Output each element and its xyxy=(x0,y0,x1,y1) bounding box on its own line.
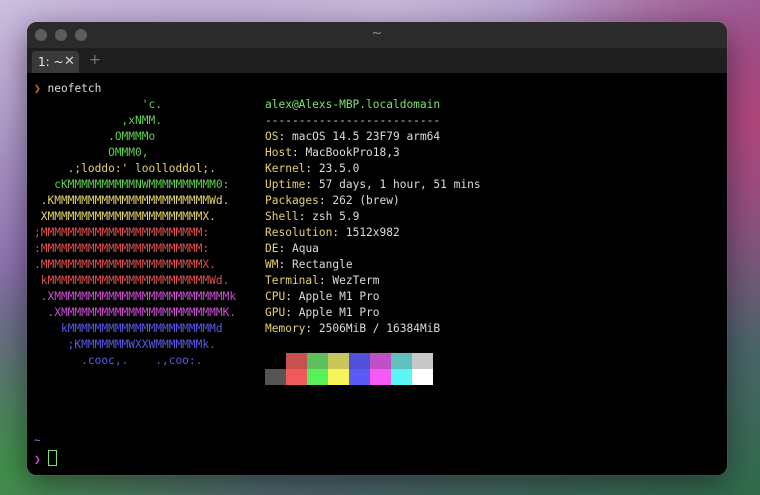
info-key: Memory xyxy=(265,322,306,335)
info-row: Shell: zsh 5.9 xyxy=(265,210,360,223)
info-key: Kernel xyxy=(265,162,306,175)
info-value: 57 days, 1 hour, 51 mins xyxy=(318,178,481,191)
window-title: ~ xyxy=(371,26,383,41)
input-prompt[interactable]: ❯ xyxy=(34,450,57,466)
prompt-arrow-icon: ❯ xyxy=(34,453,41,466)
ascii-logo-line: ;KMMMMMMMWXXWMMMMMMMk. xyxy=(34,338,216,351)
prompt-arrow-icon: ❯ xyxy=(34,82,41,95)
info-value: Aqua xyxy=(291,242,319,255)
info-row: Packages: 262 (brew) xyxy=(265,194,400,207)
info-value: zsh 5.9 xyxy=(312,210,360,223)
ascii-logo-line: .;loddo:' loolloddol;. xyxy=(34,162,216,175)
info-row: Memory: 2506MiB / 16384MiB xyxy=(265,322,441,335)
info-key: GPU xyxy=(265,306,286,319)
color-swatch-normal-7 xyxy=(412,353,433,369)
info-key: WM xyxy=(265,258,279,271)
ascii-logo-line: 'c. xyxy=(34,98,162,111)
color-swatch-normal-3 xyxy=(328,353,349,369)
tab-bar: 1: ~ ✕ + xyxy=(27,48,727,73)
info-key: Terminal xyxy=(265,274,319,287)
ascii-logo-line: .KMMMMMMMMMMMMMMMMMMMMMMMWd. xyxy=(34,194,230,207)
info-row: Uptime: 57 days, 1 hour, 51 mins xyxy=(265,178,481,191)
color-swatch-bright-2 xyxy=(307,369,328,385)
color-swatch-bright-0 xyxy=(265,369,286,385)
ascii-logo-line: :MMMMMMMMMMMMMMMMMMMMMMMM: xyxy=(34,242,210,255)
color-swatch-bright-3 xyxy=(328,369,349,385)
ascii-logo-line: .OMMMMo xyxy=(34,130,156,143)
color-swatch-bright-4 xyxy=(349,369,370,385)
color-swatch-normal-4 xyxy=(349,353,370,369)
ascii-logo-line: XMMMMMMMMMMMMMMMMMMMMMMMX. xyxy=(34,210,216,223)
color-palette-normal xyxy=(265,353,433,369)
info-value: macOS 14.5 23F79 arm64 xyxy=(291,130,441,143)
ascii-logo-line: .MMMMMMMMMMMMMMMMMMMMMMMMX. xyxy=(34,258,216,271)
color-palette-bright xyxy=(265,369,433,385)
info-separator: -------------------------- xyxy=(265,114,441,127)
prompt-directory: ~ xyxy=(34,434,41,447)
info-row: Kernel: 23.5.0 xyxy=(265,162,360,175)
tab-label: 1: ~ xyxy=(38,55,64,69)
command-line: ❯ neofetch xyxy=(34,81,101,97)
ascii-logo-line: .XMMMMMMMMMMMMMMMMMMMMMMMMMMk xyxy=(34,290,237,303)
info-key: DE xyxy=(265,242,279,255)
ascii-logo-line: ,xNMM. xyxy=(34,114,162,127)
color-swatch-normal-1 xyxy=(286,353,307,369)
info-value: WezTerm xyxy=(332,274,380,287)
ascii-logo-line: kMMMMMMMMMMMMMMMMMMMMMMd xyxy=(34,322,223,335)
info-value: 2506MiB / 16384MiB xyxy=(318,322,441,335)
info-value: MacBookPro18,3 xyxy=(305,146,400,159)
color-swatch-normal-5 xyxy=(370,353,391,369)
text-cursor xyxy=(47,450,57,466)
info-row: WM: Rectangle xyxy=(265,258,353,271)
color-swatch-normal-0 xyxy=(265,353,286,369)
color-swatch-bright-1 xyxy=(286,369,307,385)
info-value: Apple M1 Pro xyxy=(298,306,380,319)
tab-1[interactable]: 1: ~ ✕ xyxy=(32,51,79,73)
color-swatch-bright-7 xyxy=(412,369,433,385)
info-key: Shell xyxy=(265,210,299,223)
color-swatch-normal-6 xyxy=(391,353,412,369)
info-key: Resolution xyxy=(265,226,333,239)
info-key: Packages xyxy=(265,194,319,207)
tab-close-icon[interactable]: ✕ xyxy=(64,54,75,69)
color-swatch-bright-5 xyxy=(370,369,391,385)
info-row: Resolution: 1512x982 xyxy=(265,226,400,239)
ascii-logo-line: kMMMMMMMMMMMMMMMMMMMMMMMMWd. xyxy=(34,274,230,287)
command-text: neofetch xyxy=(47,82,102,95)
info-value: Rectangle xyxy=(291,258,353,271)
info-value: 1512x982 xyxy=(345,226,400,239)
ascii-logo-line: .XMMMMMMMMMMMMMMMMMMMMMMMMK. xyxy=(34,306,237,319)
terminal-window: ~ 1: ~ ✕ + ❯ neofetch 'c. ,xNMM. .OMMMMo… xyxy=(27,22,727,475)
color-swatch-normal-2 xyxy=(307,353,328,369)
user-host: alex@Alexs-MBP.localdomain xyxy=(265,98,441,111)
info-row: CPU: Apple M1 Pro xyxy=(265,290,380,303)
info-key: Host xyxy=(265,146,292,159)
info-row: Terminal: WezTerm xyxy=(265,274,380,287)
new-tab-button[interactable]: + xyxy=(89,52,101,68)
info-key: Uptime xyxy=(265,178,306,191)
ascii-logo-line: .cooc,. .,coo:. xyxy=(34,354,203,367)
info-value: Apple M1 Pro xyxy=(298,290,380,303)
info-row: OS: macOS 14.5 23F79 arm64 xyxy=(265,130,441,143)
info-value: 262 (brew) xyxy=(332,194,400,207)
info-key: CPU xyxy=(265,290,286,303)
ascii-logo-line: ;MMMMMMMMMMMMMMMMMMMMMMMM: xyxy=(34,226,210,239)
info-row: DE: Aqua xyxy=(265,242,319,255)
info-value: 23.5.0 xyxy=(318,162,360,175)
info-row: GPU: Apple M1 Pro xyxy=(265,306,380,319)
color-swatch-bright-6 xyxy=(391,369,412,385)
ascii-logo-line: cKMMMMMMMMMMNWMMMMMMMMMM0: xyxy=(34,178,230,191)
ascii-logo-line: OMMM0, xyxy=(34,146,149,159)
terminal-content[interactable]: ❯ neofetch 'c. ,xNMM. .OMMMMo OMMM0, .;l… xyxy=(27,73,727,475)
title-bar: ~ xyxy=(27,22,727,48)
info-key: OS xyxy=(265,130,279,143)
info-row: Host: MacBookPro18,3 xyxy=(265,146,400,159)
